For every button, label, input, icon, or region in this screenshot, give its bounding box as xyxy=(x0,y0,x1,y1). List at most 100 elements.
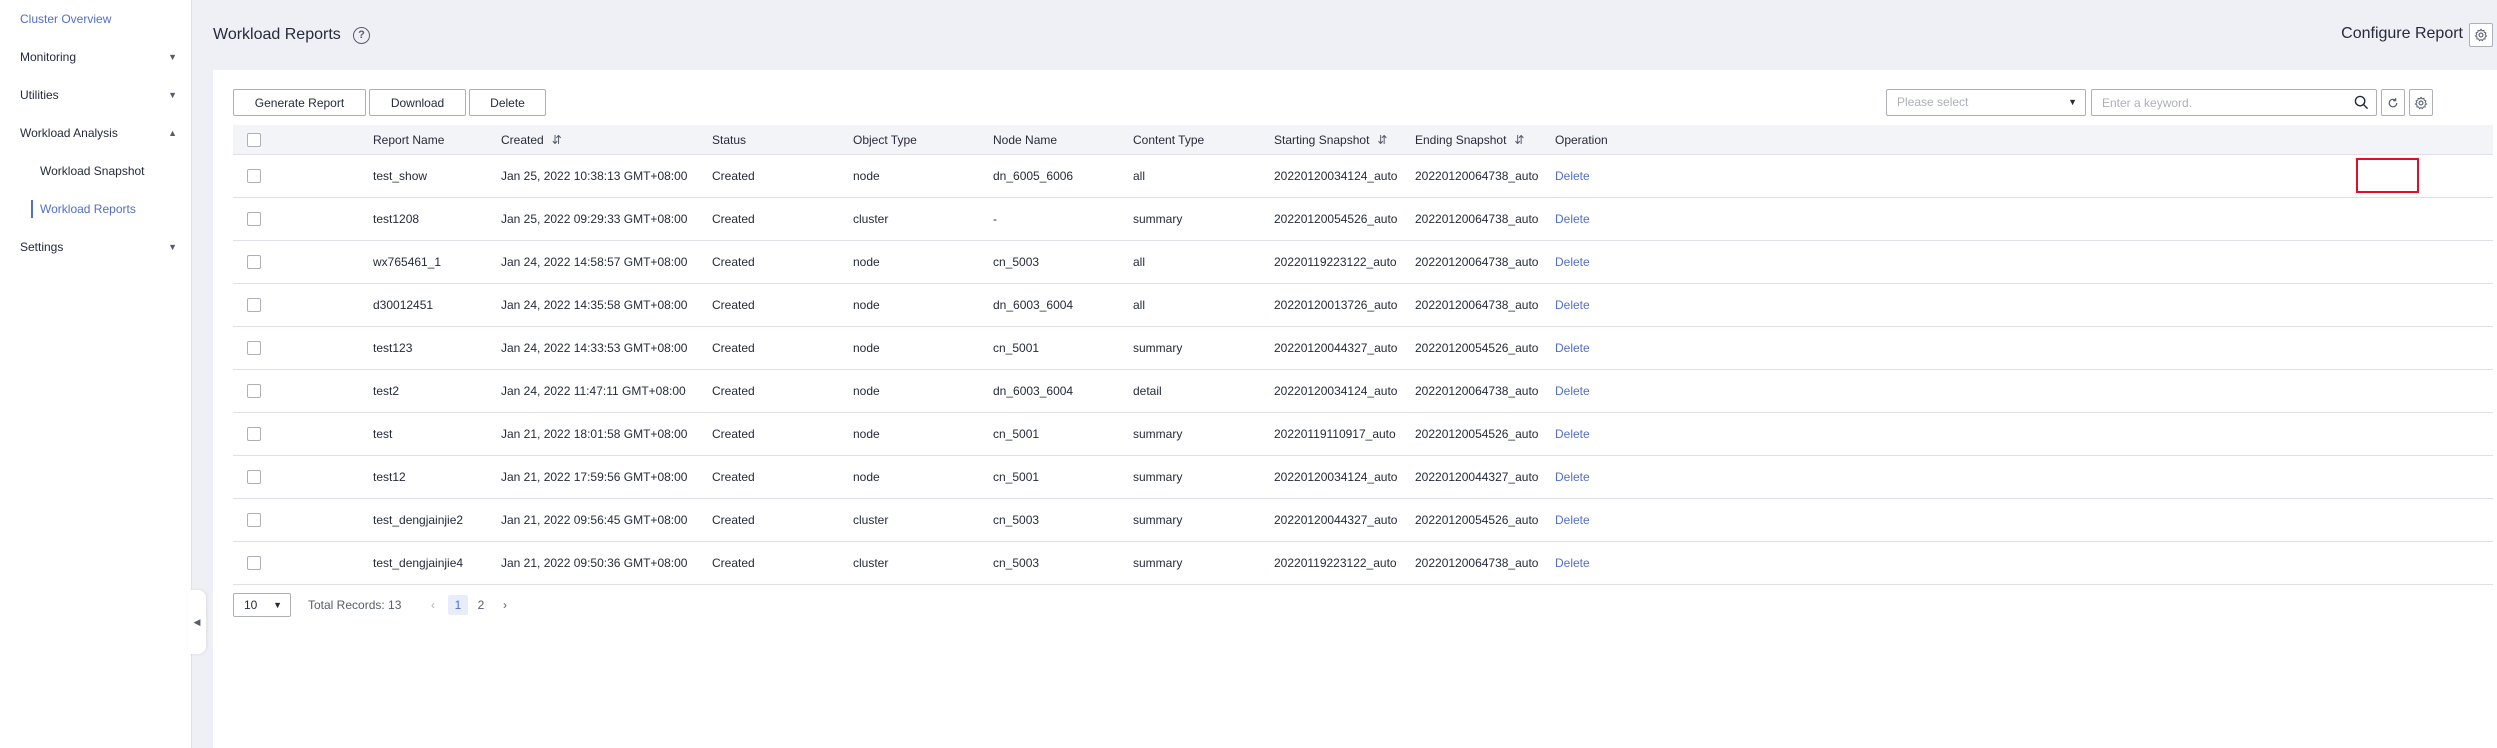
row-checkbox[interactable] xyxy=(247,513,261,527)
cell-start: 20220119223122_auto xyxy=(1274,255,1397,269)
row-checkbox[interactable] xyxy=(247,255,261,269)
row-checkbox[interactable] xyxy=(247,341,261,355)
delete-link[interactable]: Delete xyxy=(1555,556,1590,570)
download-button[interactable]: Download xyxy=(369,89,466,116)
table-cell: 20220120044327_auto xyxy=(1415,456,1538,498)
delete-link[interactable]: Delete xyxy=(1555,298,1590,312)
cell-status: Created xyxy=(712,427,755,441)
delete-link[interactable]: Delete xyxy=(1555,470,1590,484)
delete-link[interactable]: Delete xyxy=(1555,169,1590,183)
cell-status: Created xyxy=(712,470,755,484)
row-checkbox[interactable] xyxy=(247,384,261,398)
generate-report-button[interactable]: Generate Report xyxy=(233,89,366,116)
cell-content-type: all xyxy=(1133,255,1146,269)
row-checkbox[interactable] xyxy=(247,556,261,570)
filter-select[interactable]: Please select ▼ xyxy=(1886,89,2086,116)
table-cell: 20220120044327_auto xyxy=(1274,327,1397,369)
row-select-cell xyxy=(247,241,261,283)
table-cell: Created xyxy=(712,456,755,498)
help-icon[interactable]: ? xyxy=(353,27,370,44)
row-checkbox[interactable] xyxy=(247,298,261,312)
gear-icon xyxy=(2474,28,2488,42)
sidebar-item-workload-analysis[interactable]: Workload Analysis ▲ xyxy=(0,114,191,152)
table-cell: cn_5001 xyxy=(993,413,1039,455)
row-checkbox[interactable] xyxy=(247,169,261,183)
cell-status: Created xyxy=(712,255,755,269)
table-row: test1208 Jan 25, 2022 09:29:33 GMT+08:00 C… xyxy=(233,198,2493,241)
sidebar-item-settings[interactable]: Settings ▼ xyxy=(0,228,191,266)
delete-link[interactable]: Delete xyxy=(1555,427,1590,441)
table-cell: 20220120064738_auto xyxy=(1415,284,1538,326)
sidebar-item-utilities[interactable]: Utilities ▼ xyxy=(0,76,191,114)
table-cell: test12 xyxy=(373,456,406,498)
sidebar-item-label: Workload Analysis xyxy=(20,126,118,140)
cell-object-type: node xyxy=(853,470,880,484)
delete-link[interactable]: Delete xyxy=(1555,341,1590,355)
sidebar-collapse-button[interactable]: ◀ xyxy=(188,590,206,654)
table-cell: node xyxy=(853,413,880,455)
table-settings-button[interactable] xyxy=(2409,89,2433,116)
table-cell: 20220120064738_auto xyxy=(1415,155,1538,197)
search-icon[interactable] xyxy=(2354,95,2369,110)
page-2-button[interactable]: 2 xyxy=(471,595,491,615)
cell-end: 20220120044327_auto xyxy=(1415,470,1539,484)
cell-node-name: - xyxy=(993,212,997,226)
cell-node-name: cn_5001 xyxy=(993,427,1040,441)
delete-button[interactable]: Delete xyxy=(469,89,546,116)
table-cell: Delete xyxy=(1555,542,1590,584)
table-cell: 20220120064738_auto xyxy=(1415,198,1538,240)
delete-link[interactable]: Delete xyxy=(1555,212,1590,226)
chevron-down-icon: ▼ xyxy=(168,52,177,62)
refresh-button[interactable] xyxy=(2381,89,2405,116)
sidebar-item-monitoring[interactable]: Monitoring ▼ xyxy=(0,38,191,76)
row-checkbox[interactable] xyxy=(247,427,261,441)
table-cell: - xyxy=(993,198,997,240)
cell-start: 20220120034124_auto xyxy=(1274,470,1398,484)
page-1-button[interactable]: 1 xyxy=(448,595,468,615)
sort-icon[interactable]: ⇵ xyxy=(1514,133,1524,147)
table-cell: cluster xyxy=(853,499,888,541)
sort-icon[interactable]: ⇵ xyxy=(552,133,562,147)
cell-end: 20220120064738_auto xyxy=(1415,169,1539,183)
select-all-checkbox[interactable] xyxy=(247,132,261,147)
sort-icon[interactable]: ⇵ xyxy=(1377,133,1387,147)
table-cell: detail xyxy=(1133,370,1162,412)
cell-name: test_dengjainjie2 xyxy=(373,513,464,527)
sidebar-item-workload-reports[interactable]: Workload Reports xyxy=(0,190,191,228)
column-header-label: Ending Snapshot xyxy=(1415,132,1507,147)
row-checkbox[interactable] xyxy=(247,470,261,484)
sidebar-item-label: Settings xyxy=(20,240,64,254)
cell-status: Created xyxy=(712,384,755,398)
cell-content-type: summary xyxy=(1133,470,1183,484)
cell-name: d30012451 xyxy=(373,298,434,312)
column-header-label: Node Name xyxy=(993,132,1058,147)
cell-created: Jan 24, 2022 14:35:58 GMT+08:00 xyxy=(501,298,688,312)
column-header: Starting Snapshot ⇵ xyxy=(1274,125,1387,154)
cell-content-type: summary xyxy=(1133,341,1183,355)
page-size-select[interactable]: 10 ▼ xyxy=(233,593,291,617)
column-header: Status xyxy=(712,125,746,154)
table-cell: Jan 25, 2022 10:38:13 GMT+08:00 xyxy=(501,155,687,197)
table-cell: node xyxy=(853,370,880,412)
sidebar-item-label: Cluster Overview xyxy=(20,12,112,26)
prev-page-icon[interactable]: ‹ xyxy=(423,595,443,615)
row-select-cell xyxy=(247,370,261,412)
sidebar-item-workload-snapshot[interactable]: Workload Snapshot xyxy=(0,152,191,190)
configure-report-button[interactable] xyxy=(2469,23,2493,47)
cell-start: 20220120013726_auto xyxy=(1274,298,1398,312)
sidebar-item-label: Monitoring xyxy=(20,50,77,64)
table-cell: Jan 24, 2022 11:47:11 GMT+08:00 xyxy=(501,370,686,412)
row-checkbox[interactable] xyxy=(247,212,261,226)
next-page-icon[interactable]: › xyxy=(495,595,515,615)
delete-link[interactable]: Delete xyxy=(1555,384,1590,398)
table-cell: cn_5001 xyxy=(993,456,1039,498)
row-select-cell xyxy=(247,499,261,541)
delete-link[interactable]: Delete xyxy=(1555,513,1590,527)
table-cell: Delete xyxy=(1555,370,1590,412)
table-cell: 20220120034124_auto xyxy=(1274,456,1397,498)
search-input[interactable] xyxy=(2092,90,2332,115)
delete-link[interactable]: Delete xyxy=(1555,255,1590,269)
table-cell: test2 xyxy=(373,370,399,412)
configure-report-label: Configure Report xyxy=(2341,25,2463,42)
sidebar-item-cluster-overview[interactable]: Cluster Overview xyxy=(0,0,191,38)
